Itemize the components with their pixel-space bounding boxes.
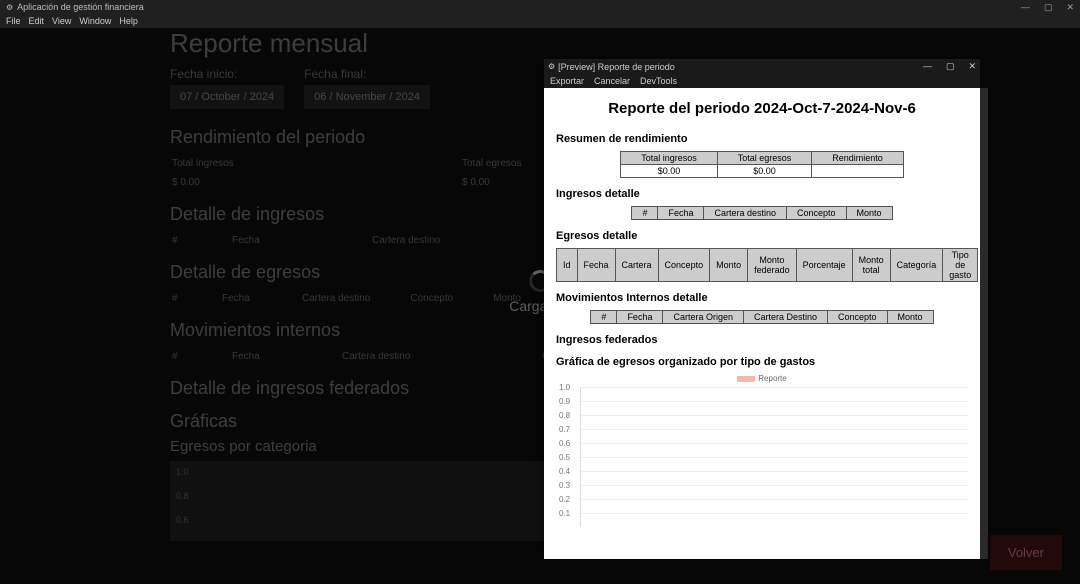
ytick-label: 0.4 [559,467,570,476]
preview-title-text: [Preview] Reporte de periodo [558,62,675,72]
ytick-label: 0.8 [559,411,570,420]
col-categoria: Categoría [890,249,943,282]
col-porcentaje: Porcentaje [796,249,852,282]
ytick-label: 0.1 [559,509,570,518]
col-tipo-gasto: Tipo de gasto [943,249,978,282]
minimize-button[interactable]: — [1021,2,1030,13]
gear-icon: ⚙ [6,3,13,12]
col-monto: Monto [887,311,933,324]
chart-grid: 1.0 0.9 0.8 0.7 0.6 0.5 0.4 0.3 0.2 0.1 [580,387,968,527]
movs-table: # Fecha Cartera Origen Cartera Destino C… [590,310,933,324]
menu-window[interactable]: Window [79,16,111,26]
app-menubar: File Edit View Window Help [0,14,1080,28]
ingresos-heading: Ingresos detalle [556,188,968,200]
col-cartera: Cartera [615,249,658,282]
ytick-label: 1.0 [559,383,570,392]
col-monto: Monto [710,249,748,282]
gridline: 0.9 [581,401,968,402]
app-titlebar: ⚙ Aplicación de gestión financiera — ▢ ✕ [0,0,1080,14]
menu-view[interactable]: View [52,16,71,26]
legend-swatch-icon [737,376,755,382]
col-fecha: Fecha [617,311,663,324]
ytick-label: 0.6 [559,439,570,448]
chart-legend: Reporte [556,374,968,383]
close-button[interactable]: ✕ [1066,2,1074,13]
movs-heading: Movimientos Internos detalle [556,292,968,304]
preview-menubar: Exportar Cancelar DevTools [544,74,980,88]
gridline: 0.8 [581,415,968,416]
col-num: # [591,311,617,324]
col-total-egresos: Total egresos [717,152,812,165]
menu-devtools[interactable]: DevTools [640,76,677,86]
gridline: 1.0 [581,387,968,388]
legend-label: Reporte [758,374,786,383]
egresos-chart: Reporte 1.0 0.9 0.8 0.7 0.6 0.5 0.4 0.3 0.2 0.1 [556,374,968,527]
report-main-heading: Reporte del periodo 2024-Oct-7-2024-Nov-… [556,100,968,117]
col-cartera-destino: Cartera Destino [743,311,827,324]
egresos-heading: Egresos detalle [556,230,968,242]
col-concepto: Concepto [828,311,888,324]
ytick-label: 0.9 [559,397,570,406]
val-total-ingresos: $0.00 [621,165,718,178]
col-cartera-origen: Cartera Origen [663,311,744,324]
gear-icon: ⚙ [548,62,555,71]
preview-maximize-button[interactable]: ▢ [946,61,955,72]
maximize-button[interactable]: ▢ [1044,2,1053,13]
col-total-ingresos: Total ingresos [621,152,718,165]
gridline: 0.1 [581,513,968,514]
gridline: 0.6 [581,443,968,444]
col-num: # [632,207,658,220]
egresos-table: Id Fecha Cartera Concepto Monto Monto fe… [556,248,978,282]
menu-edit[interactable]: Edit [29,16,45,26]
gridline: 0.2 [581,499,968,500]
preview-close-button[interactable]: ✕ [968,61,976,72]
app-title: Aplicación de gestión financiera [17,2,144,12]
gridline: 0.5 [581,457,968,458]
resumen-table: Total ingresos Total egresos Rendimiento… [620,151,904,178]
menu-exportar[interactable]: Exportar [550,76,584,86]
gridline: 0.3 [581,485,968,486]
col-id: Id [557,249,578,282]
preview-body: Reporte del periodo 2024-Oct-7-2024-Nov-… [544,88,980,559]
menu-cancelar[interactable]: Cancelar [594,76,630,86]
val-rendimiento [812,165,904,178]
col-cartera-destino: Cartera destino [704,207,787,220]
ytick-label: 0.5 [559,453,570,462]
col-concepto: Concepto [787,207,847,220]
val-total-egresos: $0.00 [717,165,812,178]
col-monto-total: Monto total [852,249,890,282]
ytick-label: 0.2 [559,495,570,504]
graf-heading: Gráfica de egresos organizado por tipo d… [556,356,968,368]
ytick-label: 0.3 [559,481,570,490]
gridline: 0.4 [581,471,968,472]
preview-minimize-button[interactable]: — [923,61,932,72]
gridline: 0.7 [581,429,968,430]
menu-file[interactable]: File [6,16,21,26]
resumen-heading: Resumen de rendimiento [556,133,968,145]
col-fecha: Fecha [658,207,704,220]
menu-help[interactable]: Help [119,16,138,26]
col-fecha: Fecha [577,249,615,282]
fed-heading: Ingresos federados [556,334,968,346]
preview-scrollbar[interactable] [980,88,988,559]
preview-titlebar: ⚙ [Preview] Reporte de periodo — ▢ ✕ [544,59,980,74]
preview-window: ⚙ [Preview] Reporte de periodo — ▢ ✕ Exp… [544,59,980,559]
col-monto-federado: Monto federado [748,249,797,282]
col-monto: Monto [846,207,892,220]
ingresos-table: # Fecha Cartera destino Concepto Monto [631,206,892,220]
col-concepto: Concepto [658,249,710,282]
ytick-label: 0.7 [559,425,570,434]
col-rendimiento: Rendimiento [812,152,904,165]
